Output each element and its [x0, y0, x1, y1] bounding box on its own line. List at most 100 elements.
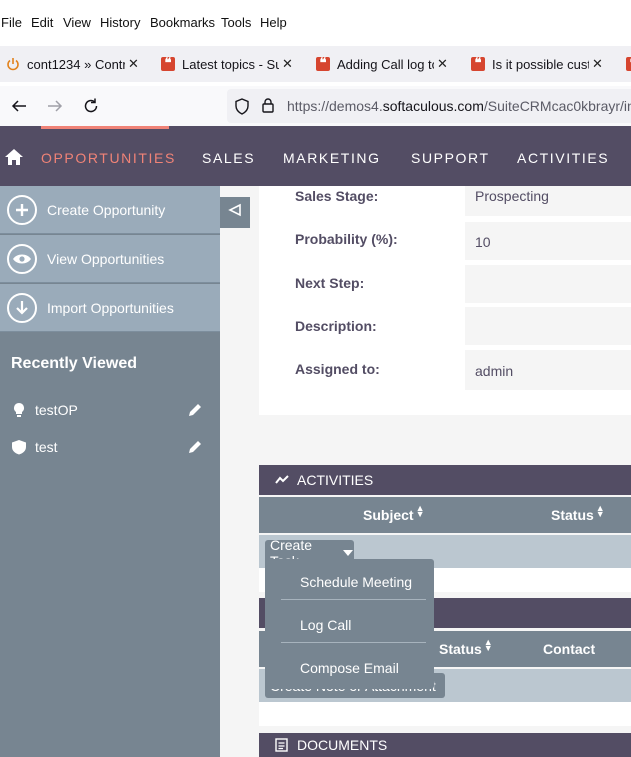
- sidebar-action-label: Import Opportunities: [47, 299, 174, 316]
- sidebar-action-label: Create Opportunity: [47, 201, 166, 218]
- column-status[interactable]: Status ▲ ▼: [551, 503, 605, 524]
- url-bar[interactable]: https://demos4.softaculous.com/SuiteCRMc…: [227, 89, 631, 123]
- browser-tab[interactable]: cont1234 » Contra ✕: [6, 46, 146, 82]
- caret-down-icon[interactable]: [342, 549, 354, 557]
- field-label-assigned-to: Assigned to:: [295, 361, 380, 377]
- activities-title: ACTIVITIES: [297, 472, 374, 488]
- activity-chart-icon: [275, 473, 289, 487]
- tab-title: cont1234 » Contra: [27, 56, 125, 72]
- nav-tab-marketing[interactable]: MARKETING: [283, 150, 381, 166]
- recently-viewed-title: Recently Viewed: [11, 355, 137, 372]
- sort-icon: ▲ ▼: [483, 637, 493, 653]
- lock-icon[interactable]: [261, 97, 275, 119]
- home-icon[interactable]: [4, 147, 24, 172]
- close-icon[interactable]: ✕: [282, 56, 293, 72]
- edit-pencil-icon[interactable]: [187, 402, 203, 418]
- field-label-description: Description:: [295, 318, 377, 334]
- browser-tab[interactable]: ❝ Latest topics - Suit ✕: [161, 46, 301, 82]
- nav-tab-activities[interactable]: ACTIVITIES: [517, 150, 609, 166]
- quote-icon: ❝: [161, 56, 175, 71]
- nav-tab-sales[interactable]: SALES: [202, 150, 255, 166]
- activities-column-header: Subject ▲ ▼ Status ▲ ▼: [259, 497, 631, 533]
- menu-help[interactable]: Help: [260, 15, 287, 30]
- menu-tools[interactable]: Tools: [221, 15, 251, 30]
- column-subject-label: Subject: [363, 507, 414, 523]
- triangle-left-icon: [228, 203, 242, 222]
- activities-subpanel-header[interactable]: ACTIVITIES: [259, 465, 631, 495]
- sort-icon: ▲ ▼: [595, 503, 605, 519]
- field-label-next-step: Next Step:: [295, 275, 365, 291]
- close-icon[interactable]: ✕: [128, 56, 139, 72]
- nav-tab-support[interactable]: SUPPORT: [411, 150, 490, 166]
- menu-divider: [281, 599, 426, 600]
- field-value-sales-stage: Prospecting: [465, 186, 631, 216]
- url-domain: softaculous.com: [382, 98, 484, 114]
- browser-tab-strip: cont1234 » Contra ✕ ❝ Latest topics - Su…: [0, 46, 631, 82]
- active-tab-indicator: [41, 126, 169, 129]
- shield-icon: [11, 439, 27, 455]
- field-label-sales-stage: Sales Stage:: [295, 188, 379, 204]
- download-icon: [7, 292, 37, 323]
- documents-subpanel-header[interactable]: DOCUMENTS: [259, 733, 631, 757]
- field-value-probability: 10: [465, 222, 631, 260]
- forward-arrow-icon[interactable]: [46, 97, 64, 120]
- column-status-label: Status: [439, 641, 482, 657]
- navigation-bar: https://demos4.softaculous.com/SuiteCRMc…: [0, 86, 631, 126]
- browser-tab[interactable]: ❝ Adding Call log to ✕: [316, 46, 456, 82]
- column-subject[interactable]: Subject ▲ ▼: [363, 503, 425, 524]
- field-value-next-step: [465, 265, 631, 303]
- column-status[interactable]: Status ▲ ▼: [439, 637, 493, 658]
- menu-view[interactable]: View: [63, 15, 91, 30]
- reload-icon[interactable]: [82, 97, 100, 120]
- menu-divider: [281, 642, 426, 643]
- tab-title: Is it possible custo: [492, 56, 589, 72]
- menu-bookmarks[interactable]: Bookmarks: [150, 15, 215, 30]
- menu-item-log-call[interactable]: Log Call: [300, 617, 351, 633]
- menu-history[interactable]: History: [100, 15, 140, 30]
- quote-icon: ❝: [626, 56, 631, 71]
- back-arrow-icon[interactable]: [10, 97, 28, 120]
- tab-title: Adding Call log to: [337, 56, 434, 72]
- history-body: [259, 702, 631, 726]
- field-value-description: [465, 307, 631, 345]
- shield-icon[interactable]: [234, 98, 250, 120]
- menu-edit[interactable]: Edit: [31, 15, 53, 30]
- eye-icon: [7, 243, 37, 274]
- url-text: https://demos4.softaculous.com/SuiteCRMc…: [287, 98, 631, 114]
- quote-icon: ❝: [471, 56, 485, 71]
- menu-file[interactable]: File: [1, 15, 22, 30]
- sidebar: Create Opportunity View Opportunities Im…: [0, 186, 220, 757]
- document-icon: [275, 738, 289, 752]
- quote-icon: ❝: [316, 56, 330, 71]
- edit-pencil-icon[interactable]: [187, 439, 203, 455]
- tab-title: Latest topics - Suit: [182, 56, 279, 72]
- sidebar-action-label: View Opportunities: [47, 250, 165, 267]
- documents-title: DOCUMENTS: [297, 737, 388, 753]
- power-icon: [6, 57, 20, 71]
- crm-header: OPPORTUNITIES SALES MARKETING SUPPORT AC…: [0, 126, 631, 186]
- close-icon[interactable]: ✕: [437, 56, 448, 72]
- browser-tab[interactable]: ❝: [626, 46, 631, 82]
- recent-item-testop[interactable]: testOP: [0, 398, 220, 422]
- column-contact[interactable]: Contact: [543, 641, 595, 657]
- create-opportunity-button[interactable]: Create Opportunity: [0, 186, 220, 234]
- plus-icon: [7, 194, 37, 225]
- menu-item-compose-email[interactable]: Compose Email: [300, 660, 399, 676]
- sort-icon: ▲ ▼: [415, 503, 425, 519]
- recent-item-label: testOP: [35, 402, 78, 418]
- url-prefix: https://demos4.: [287, 98, 383, 114]
- view-opportunities-button[interactable]: View Opportunities: [0, 235, 220, 283]
- collapse-sidebar-button[interactable]: [220, 197, 250, 228]
- field-value-assigned-to: admin: [465, 350, 631, 390]
- nav-tab-opportunities[interactable]: OPPORTUNITIES: [41, 150, 176, 166]
- browser-tab[interactable]: ❝ Is it possible custo ✕: [471, 46, 611, 82]
- menu-bar: File Edit View History Bookmarks Tools H…: [0, 12, 631, 34]
- close-icon[interactable]: ✕: [592, 56, 603, 72]
- create-task-dropdown: Schedule Meeting Log Call Compose Email: [265, 559, 434, 689]
- field-label-probability: Probability (%):: [295, 231, 398, 247]
- recent-item-label: test: [35, 439, 58, 455]
- menu-item-schedule-meeting[interactable]: Schedule Meeting: [300, 574, 412, 590]
- column-status-label: Status: [551, 507, 594, 523]
- import-opportunities-button[interactable]: Import Opportunities: [0, 284, 220, 332]
- recent-item-test[interactable]: test: [0, 435, 220, 459]
